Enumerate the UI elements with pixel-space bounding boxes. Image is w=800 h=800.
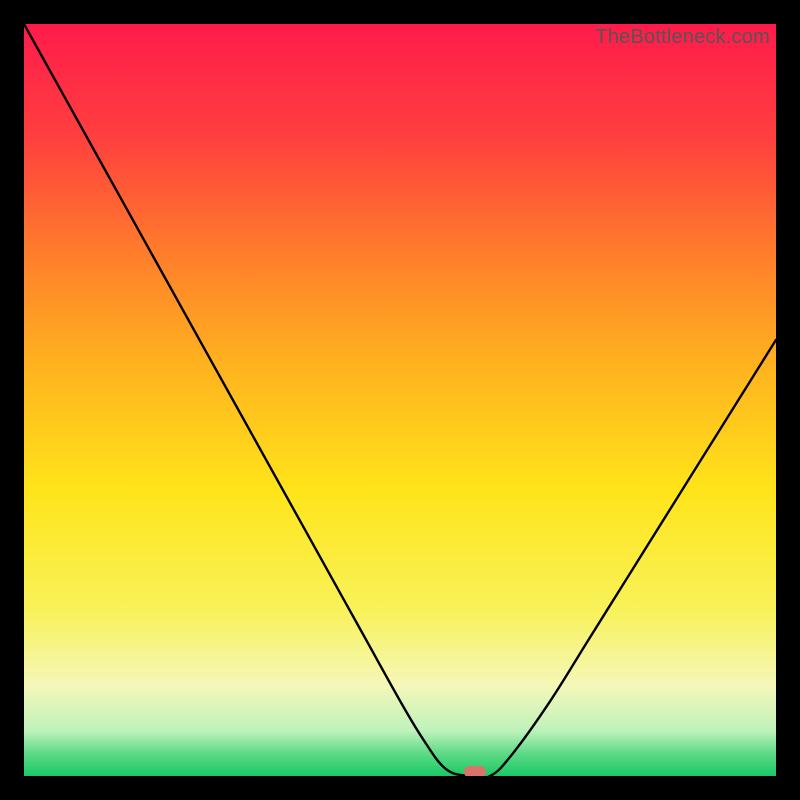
plot-area: TheBottleneck.com <box>24 24 776 776</box>
chart-frame: TheBottleneck.com <box>0 0 800 800</box>
optimum-marker <box>464 766 486 776</box>
bottleneck-curve <box>24 24 776 776</box>
